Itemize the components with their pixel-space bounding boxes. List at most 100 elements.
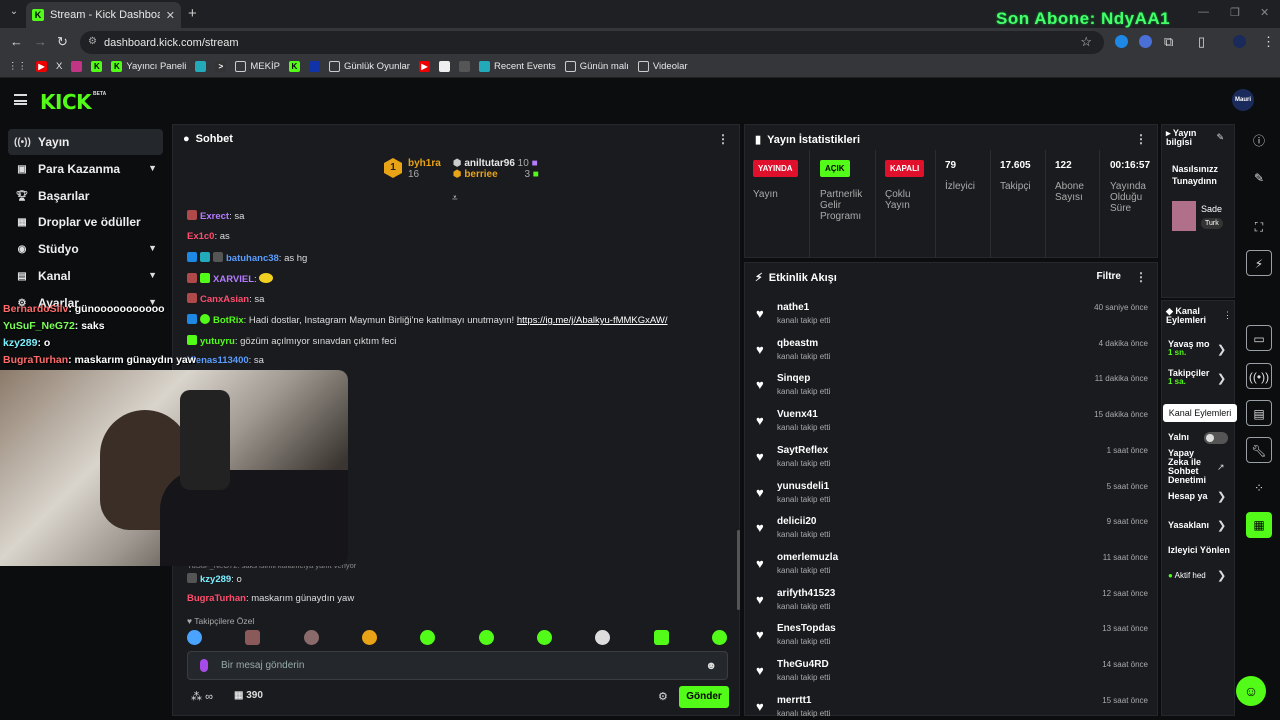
broadcast-icon[interactable]: ((•)) [1246,363,1272,389]
user-avatar[interactable]: Mauri [1232,89,1254,111]
extension-icon[interactable] [1115,35,1128,48]
emote-icon[interactable] [711,630,727,645]
sidebar-item-para-kazanma[interactable]: ▣ Para Kazanma ▼ [8,156,163,182]
chevron-right-icon[interactable]: ❯ [1217,490,1226,503]
points-display[interactable]: ▦ 390 [234,690,263,701]
app-icon[interactable] [195,61,207,72]
only-mode-toggle[interactable] [1204,432,1228,444]
channel-actions-menu-icon[interactable]: ⋮ [1223,310,1232,321]
sidebar-item-droplar[interactable]: ▦ Droplar ve ödüller [8,209,163,235]
emote-icon[interactable] [245,630,261,645]
tab-list-icon[interactable]: ⌄ [6,6,22,22]
activity-item[interactable]: ♥ omerlemuzla kanalı takip etti 11 saat önc… [754,548,1150,582]
activity-item[interactable]: ♥ EnesTopdas kanalı takip etti 13 saat önce [754,619,1150,653]
chat-link[interactable]: https://ig.me/j/Abalkyu-fMMKGxAW/ [517,315,668,326]
activity-item[interactable]: ♥ delicii20 kanalı takip etti 9 saat önce [754,512,1150,546]
send-button[interactable]: Gönder [679,686,729,708]
chat-scrollbar[interactable] [737,530,740,610]
activity-item[interactable]: ♥ Vuenx41 kanalı takip etti 15 dakika önce [754,405,1150,439]
more-icon[interactable]: ⁘ [1246,475,1272,501]
bookmark-gunun-mali[interactable]: Günün malı [564,61,629,72]
chevron-right-icon[interactable]: ❯ [1217,569,1226,582]
activity-item[interactable]: ♥ TheGu4RD kanalı takip etti 14 saat önce [754,655,1150,689]
hamburger-menu-icon[interactable] [14,94,27,105]
bookmark-videolar[interactable]: Videolar [637,61,688,72]
info-icon[interactable]: ⓘ [1246,128,1272,154]
address-bar[interactable]: ⚙ dashboard.kick.com/stream ☆ [80,31,1104,54]
crop-icon[interactable]: ⛶ [1246,214,1272,240]
followers-mode-setting[interactable]: Takipçiler 1 sa. [1168,369,1209,386]
sidebar-item-kanal[interactable]: ▤ Kanal ▼ [8,263,163,289]
chat-bubble-icon[interactable]: ▭ [1246,325,1272,351]
chevron-right-icon[interactable]: ❯ [1217,372,1226,385]
bookmark-gunluk-oyunlar[interactable]: Günlük Oyunlar [328,61,410,72]
minimize-icon[interactable]: — [1198,6,1209,18]
kick-icon[interactable]: K [288,61,300,72]
profile-icon[interactable] [1233,35,1246,48]
ai-moderation-setting[interactable]: Yapay Zeka ile Sohbet Denetimi [1168,449,1208,485]
app-icon[interactable] [308,61,320,72]
globe-icon[interactable] [458,61,470,72]
account-age-setting[interactable]: Hesap ya [1168,492,1208,501]
mic-icon[interactable] [200,659,208,672]
activity-menu-icon[interactable]: ⋮ [1135,270,1147,284]
bookmark-recent-events[interactable]: Recent Events [478,61,556,72]
emote-icon[interactable] [420,630,436,645]
apps-icon[interactable]: ⋮⋮ [8,61,27,72]
close-tab-icon[interactable]: ✕ [166,9,175,22]
stats-menu-icon[interactable]: ⋮ [1135,132,1147,146]
sidebar-item-yayin[interactable]: ((•)) Yayın [8,129,163,155]
viewers-icon[interactable]: ⁂ ∞ [191,690,213,703]
clapperboard-icon[interactable]: ▦ [1246,512,1272,538]
emote-icon[interactable] [361,630,377,645]
activity-item[interactable]: ♥ nathe1 kanalı takip etti 40 saniye önce [754,298,1150,332]
edit-pencil-icon[interactable]: ✎ [1216,132,1224,143]
external-link-icon[interactable]: ↗ [1217,462,1225,473]
kick-icon[interactable]: K [91,61,103,72]
filter-button[interactable]: Filtre [1097,271,1121,282]
bookmark-star-icon[interactable]: ☆ [1080,34,1092,50]
extensions-puzzle-icon[interactable]: ⧉ [1164,34,1173,50]
youtube-icon[interactable]: ▶ [36,61,47,72]
activity-item[interactable]: ♥ qbeastm kanalı takip etti 4 dakika önce [754,334,1150,368]
active-target[interactable]: ● Aktif hed [1168,572,1206,580]
kick-logo[interactable]: KICK [40,90,92,114]
close-window-icon[interactable]: ✕ [1260,6,1269,19]
emote-icon[interactable] [536,630,552,645]
emote-icon[interactable] [303,630,319,645]
sidebar-item-studyo[interactable]: ◉ Stüdyo ▼ [8,236,163,262]
chat-input[interactable]: Bir mesaj gönderin ☻ [187,651,728,680]
app-icon[interactable]: > [215,61,227,72]
new-tab-icon[interactable]: + [188,5,197,22]
chevron-right-icon[interactable]: ❯ [1217,519,1226,532]
emote-icon[interactable] [595,630,611,645]
forward-icon[interactable]: → [34,34,47,49]
chat-settings-icon[interactable]: ⚙ [658,690,668,703]
bookmark-yayinci-paneli[interactable]: K Yayıncı Paneli [111,61,186,72]
support-icon[interactable]: ☺ [1236,676,1266,706]
bans-setting[interactable]: Yasaklanı [1168,521,1209,530]
scroll-down-icon[interactable]: ⩡ [452,193,458,204]
channel-actions-icon[interactable]: ▤ [1246,400,1272,426]
x-icon[interactable]: X [56,61,62,72]
viewer-direction-setting[interactable]: İzleyici Yönlen [1168,546,1236,555]
wrench-icon[interactable]: 🔧︎ [1246,437,1272,463]
bookmark-mekip[interactable]: MEKİP [235,61,280,72]
lightning-icon[interactable]: ⚡︎ [1246,250,1272,276]
instagram-icon[interactable] [71,61,83,72]
youtube-icon[interactable]: ▶ [418,61,430,72]
activity-item[interactable]: ♥ Sinqep kanalı takip etti 11 dakika önce [754,369,1150,403]
emote-icon[interactable] [653,630,669,645]
reload-icon[interactable]: ↻ [57,34,68,50]
menu-dots-icon[interactable]: ⋮ [1262,34,1275,50]
sidebar-item-basarilar[interactable]: 🏆︎ Başarılar [8,183,163,209]
activity-item[interactable]: ♥ merrtt1 kanalı takip etti 15 saat önce [754,691,1150,720]
chevron-right-icon[interactable]: ❯ [1217,343,1226,356]
site-info-icon[interactable]: ⚙ [88,36,97,47]
restore-icon[interactable]: ❐ [1230,6,1240,19]
app-icon[interactable] [438,61,450,72]
activity-item[interactable]: ♥ arifyth41523 kanalı takip etti 12 saat ön… [754,584,1150,618]
emoji-picker-icon[interactable]: ☻ [705,660,717,672]
activity-item[interactable]: ♥ SaytReflex kanalı takip etti 1 saat önce [754,441,1150,475]
side-panel-icon[interactable]: ▯ [1198,34,1205,50]
